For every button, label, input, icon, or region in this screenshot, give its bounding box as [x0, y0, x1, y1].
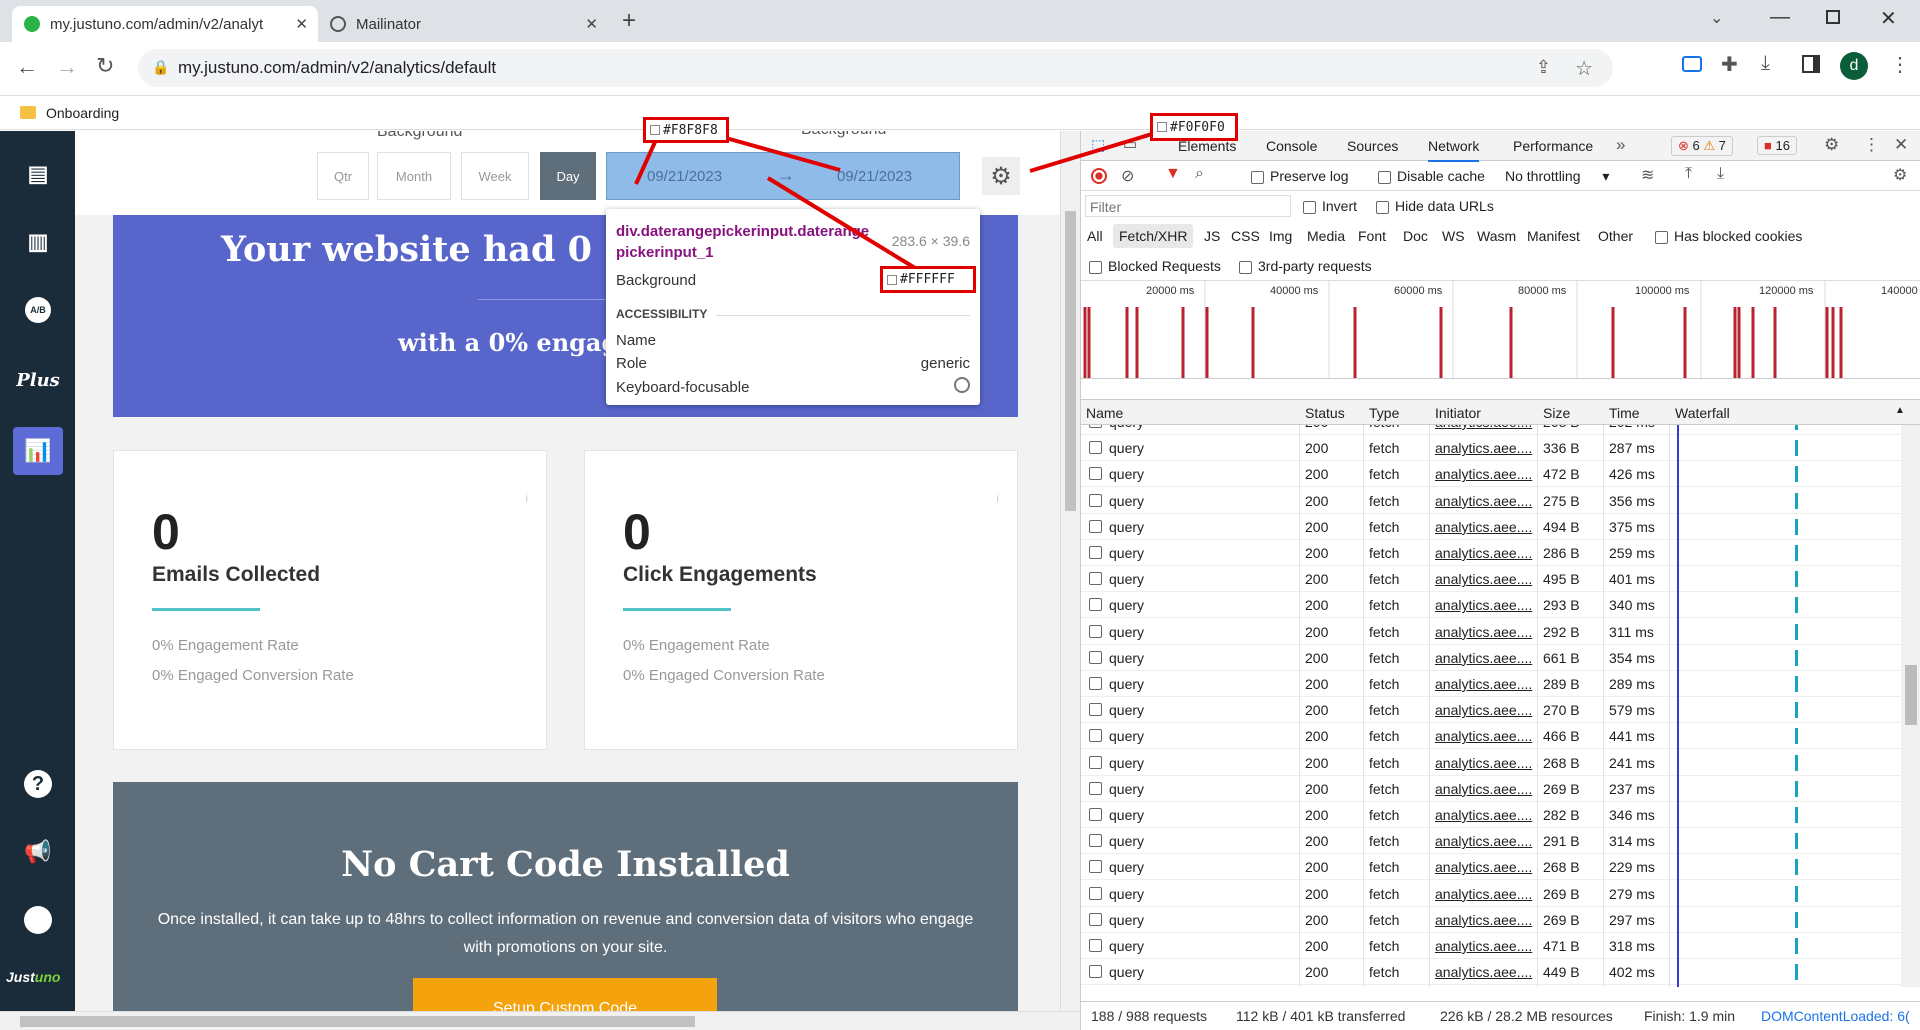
annotation-line: [766, 176, 917, 270]
annotation-color-a: #F8F8F8: [643, 117, 729, 143]
swatch-icon: [650, 125, 660, 135]
annotation-value: #FFFFFF: [900, 272, 955, 287]
swatch-icon: [887, 274, 897, 285]
annotation-value: #F8F8F8: [663, 122, 718, 138]
annotation-line: [725, 136, 841, 172]
annotation-color-c: #FFFFFF: [880, 266, 976, 293]
annotation-arrows: [634, 130, 1153, 270]
annotation-color-b: #F0F0F0: [1150, 113, 1238, 141]
annotation-value: #F0F0F0: [1170, 119, 1225, 135]
swatch-icon: [1157, 122, 1167, 132]
annotation-line: [1029, 132, 1153, 173]
